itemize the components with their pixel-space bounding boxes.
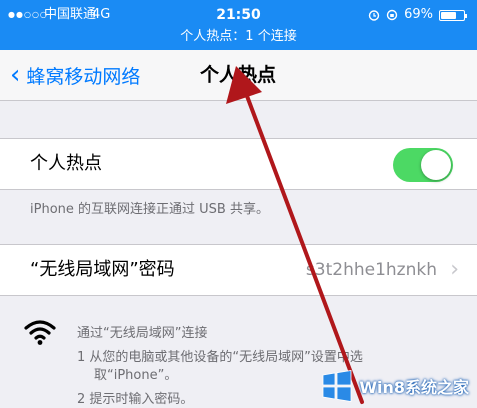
wifi-password-cell[interactable]: “无线局域网”密码 s3t2hhe1hznkh › (0, 244, 477, 296)
wifi-password-value: s3t2hhe1hznkh (305, 260, 437, 280)
nav-bar: ‹ 蜂窝移动网络 个人热点 (0, 50, 477, 101)
toggle-knob (421, 150, 451, 180)
instruction-heading: 通过“无线局域网”连接 (77, 326, 208, 341)
chevron-right-icon: › (450, 257, 459, 282)
watermark: Win8系统之家 (321, 370, 469, 402)
hotspot-cell: 个人热点 (0, 138, 477, 190)
page-title: 个人热点 (200, 64, 277, 86)
wifi-icon (24, 320, 56, 345)
hotspot-toggle[interactable] (393, 148, 453, 182)
status-right-icons: 69% (368, 4, 467, 26)
wifi-password-label: “无线局域网”密码 (30, 259, 175, 280)
usb-sharing-note: iPhone 的互联网连接正通过 USB 共享。 (30, 202, 269, 217)
back-button[interactable]: ‹ 蜂窝移动网络 (10, 50, 140, 100)
chevron-left-icon: ‹ (10, 60, 21, 90)
hotspot-label: 个人热点 (30, 153, 102, 174)
watermark-text: Win8系统之家 (359, 378, 469, 397)
instruction-step-1: 1 从您的电脑或其他设备的“无线局域网”设置中选 (77, 350, 363, 365)
back-button-label: 蜂窝移动网络 (26, 65, 141, 88)
status-bar: ●●○○○ 中国联通 4G 21:50 69% 个人热点：1 个连接 (0, 0, 477, 50)
instruction-step-2: 2 提示时输入密码。 (77, 392, 194, 407)
alarm-icon (368, 10, 380, 21)
battery-icon (439, 9, 467, 21)
instruction-step-1-cont: 取“iPhone”。 (94, 368, 178, 383)
windows-logo-icon (322, 370, 352, 402)
status-row: ●●○○○ 中国联通 4G 21:50 69% (0, 4, 477, 26)
lock-rotation-icon (386, 9, 398, 21)
battery-fill (441, 11, 457, 19)
hotspot-banner[interactable]: 个人热点：1 个连接 (0, 26, 477, 48)
battery-percent: 69% (404, 7, 433, 22)
